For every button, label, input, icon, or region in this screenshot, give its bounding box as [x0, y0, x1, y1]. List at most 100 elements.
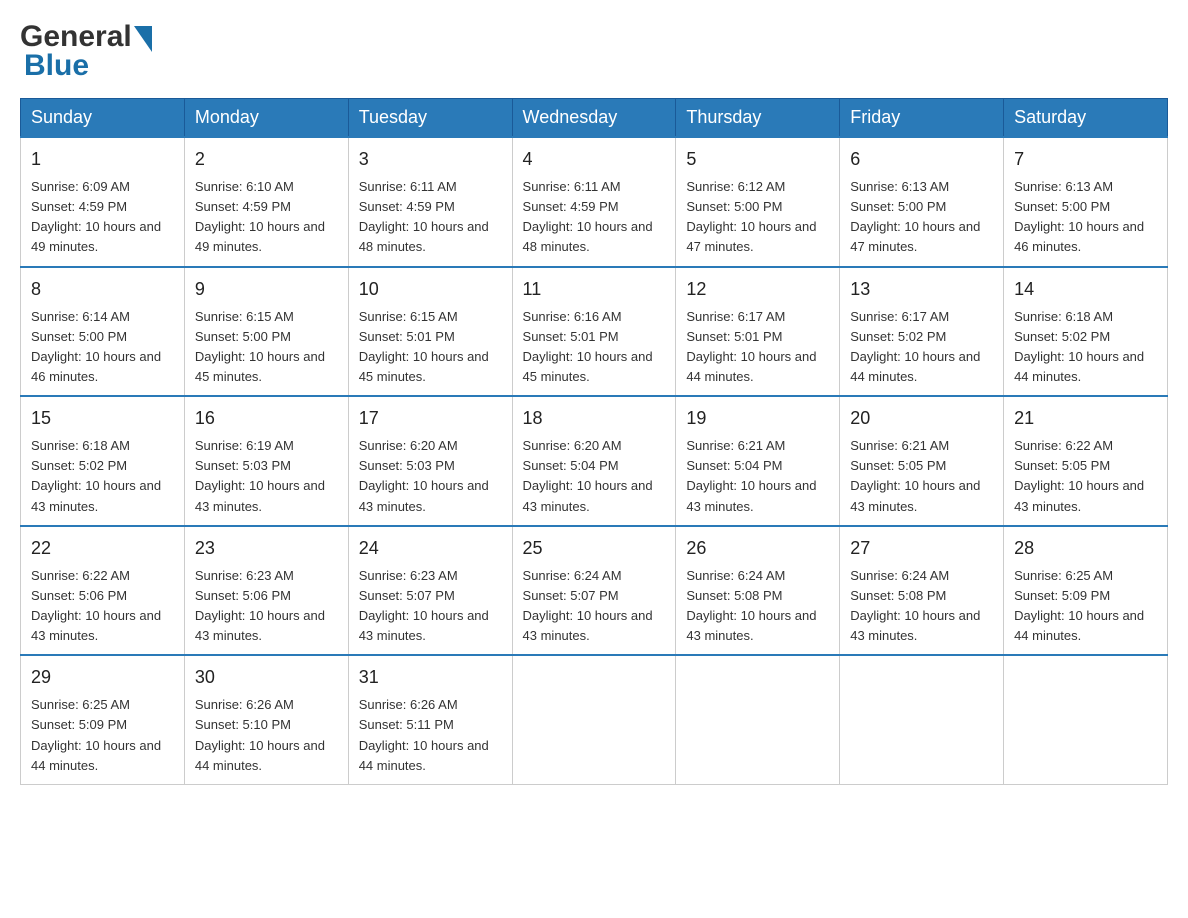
- calendar-cell: 14 Sunrise: 6:18 AMSunset: 5:02 PMDayligh…: [1004, 267, 1168, 397]
- week-row-5: 29 Sunrise: 6:25 AMSunset: 5:09 PMDayligh…: [21, 655, 1168, 784]
- day-number: 19: [686, 405, 829, 432]
- page-header: General Blue: [20, 20, 1168, 82]
- day-number: 16: [195, 405, 338, 432]
- day-info: Sunrise: 6:11 AMSunset: 4:59 PMDaylight:…: [523, 177, 666, 258]
- day-info: Sunrise: 6:17 AMSunset: 5:01 PMDaylight:…: [686, 307, 829, 388]
- day-info: Sunrise: 6:20 AMSunset: 5:03 PMDaylight:…: [359, 436, 502, 517]
- day-info: Sunrise: 6:14 AMSunset: 5:00 PMDaylight:…: [31, 307, 174, 388]
- week-row-1: 1 Sunrise: 6:09 AMSunset: 4:59 PMDaylight…: [21, 137, 1168, 267]
- day-number: 4: [523, 146, 666, 173]
- day-number: 5: [686, 146, 829, 173]
- calendar-cell: 17Sunrise: 6:20 AMSunset: 5:03 PMDayligh…: [348, 396, 512, 526]
- day-number: 9: [195, 276, 338, 303]
- day-info: Sunrise: 6:24 AMSunset: 5:07 PMDaylight:…: [523, 566, 666, 647]
- calendar-cell: 19 Sunrise: 6:21 AMSunset: 5:04 PMDayligh…: [676, 396, 840, 526]
- logo: General Blue: [20, 20, 152, 82]
- day-info: Sunrise: 6:18 AMSunset: 5:02 PMDaylight:…: [1014, 307, 1157, 388]
- calendar-cell: 4 Sunrise: 6:11 AMSunset: 4:59 PMDaylight…: [512, 137, 676, 267]
- calendar-table: SundayMondayTuesdayWednesdayThursdayFrid…: [20, 98, 1168, 785]
- calendar-cell: 29 Sunrise: 6:25 AMSunset: 5:09 PMDayligh…: [21, 655, 185, 784]
- day-info: Sunrise: 6:10 AMSunset: 4:59 PMDaylight:…: [195, 177, 338, 258]
- day-info: Sunrise: 6:24 AMSunset: 5:08 PMDaylight:…: [686, 566, 829, 647]
- weekday-header-row: SundayMondayTuesdayWednesdayThursdayFrid…: [21, 99, 1168, 138]
- day-number: 3: [359, 146, 502, 173]
- day-number: 24: [359, 535, 502, 562]
- calendar-cell: 18 Sunrise: 6:20 AMSunset: 5:04 PMDayligh…: [512, 396, 676, 526]
- calendar-cell: 9 Sunrise: 6:15 AMSunset: 5:00 PMDaylight…: [184, 267, 348, 397]
- day-info: Sunrise: 6:17 AMSunset: 5:02 PMDaylight:…: [850, 307, 993, 388]
- weekday-header-tuesday: Tuesday: [348, 99, 512, 138]
- day-info: Sunrise: 6:20 AMSunset: 5:04 PMDaylight:…: [523, 436, 666, 517]
- day-info: Sunrise: 6:15 AMSunset: 5:00 PMDaylight:…: [195, 307, 338, 388]
- day-number: 26: [686, 535, 829, 562]
- calendar-cell: 28 Sunrise: 6:25 AMSunset: 5:09 PMDayligh…: [1004, 526, 1168, 656]
- calendar-cell: [676, 655, 840, 784]
- calendar-cell: 11 Sunrise: 6:16 AMSunset: 5:01 PMDayligh…: [512, 267, 676, 397]
- day-number: 23: [195, 535, 338, 562]
- calendar-cell: 5Sunrise: 6:12 AMSunset: 5:00 PMDaylight…: [676, 137, 840, 267]
- week-row-3: 15 Sunrise: 6:18 AMSunset: 5:02 PMDayligh…: [21, 396, 1168, 526]
- calendar-cell: 27 Sunrise: 6:24 AMSunset: 5:08 PMDayligh…: [840, 526, 1004, 656]
- day-number: 6: [850, 146, 993, 173]
- calendar-cell: 31 Sunrise: 6:26 AMSunset: 5:11 PMDayligh…: [348, 655, 512, 784]
- calendar-cell: 15 Sunrise: 6:18 AMSunset: 5:02 PMDayligh…: [21, 396, 185, 526]
- weekday-header-monday: Monday: [184, 99, 348, 138]
- day-info: Sunrise: 6:26 AMSunset: 5:10 PMDaylight:…: [195, 695, 338, 776]
- calendar-cell: 6 Sunrise: 6:13 AMSunset: 5:00 PMDaylight…: [840, 137, 1004, 267]
- day-info: Sunrise: 6:21 AMSunset: 5:05 PMDaylight:…: [850, 436, 993, 517]
- day-info: Sunrise: 6:18 AMSunset: 5:02 PMDaylight:…: [31, 436, 174, 517]
- calendar-cell: 25 Sunrise: 6:24 AMSunset: 5:07 PMDayligh…: [512, 526, 676, 656]
- day-info: Sunrise: 6:11 AMSunset: 4:59 PMDaylight:…: [359, 177, 502, 258]
- calendar-cell: 10Sunrise: 6:15 AMSunset: 5:01 PMDayligh…: [348, 267, 512, 397]
- day-number: 31: [359, 664, 502, 691]
- day-number: 13: [850, 276, 993, 303]
- day-info: Sunrise: 6:13 AMSunset: 5:00 PMDaylight:…: [850, 177, 993, 258]
- day-number: 28: [1014, 535, 1157, 562]
- day-number: 25: [523, 535, 666, 562]
- calendar-cell: 26 Sunrise: 6:24 AMSunset: 5:08 PMDayligh…: [676, 526, 840, 656]
- calendar-cell: 20 Sunrise: 6:21 AMSunset: 5:05 PMDayligh…: [840, 396, 1004, 526]
- calendar-cell: [512, 655, 676, 784]
- day-number: 15: [31, 405, 174, 432]
- day-info: Sunrise: 6:16 AMSunset: 5:01 PMDaylight:…: [523, 307, 666, 388]
- day-info: Sunrise: 6:24 AMSunset: 5:08 PMDaylight:…: [850, 566, 993, 647]
- day-number: 18: [523, 405, 666, 432]
- logo-blue-part: Blue: [20, 49, 152, 82]
- calendar-cell: 3 Sunrise: 6:11 AMSunset: 4:59 PMDaylight…: [348, 137, 512, 267]
- day-number: 27: [850, 535, 993, 562]
- day-number: 14: [1014, 276, 1157, 303]
- day-number: 22: [31, 535, 174, 562]
- calendar-cell: 30 Sunrise: 6:26 AMSunset: 5:10 PMDayligh…: [184, 655, 348, 784]
- day-number: 1: [31, 146, 174, 173]
- week-row-4: 22 Sunrise: 6:22 AMSunset: 5:06 PMDayligh…: [21, 526, 1168, 656]
- week-row-2: 8Sunrise: 6:14 AMSunset: 5:00 PMDaylight…: [21, 267, 1168, 397]
- day-info: Sunrise: 6:21 AMSunset: 5:04 PMDaylight:…: [686, 436, 829, 517]
- day-info: Sunrise: 6:22 AMSunset: 5:05 PMDaylight:…: [1014, 436, 1157, 517]
- calendar-cell: 7 Sunrise: 6:13 AMSunset: 5:00 PMDaylight…: [1004, 137, 1168, 267]
- calendar-cell: 24Sunrise: 6:23 AMSunset: 5:07 PMDayligh…: [348, 526, 512, 656]
- day-number: 11: [523, 276, 666, 303]
- calendar-cell: [840, 655, 1004, 784]
- calendar-cell: 23Sunrise: 6:23 AMSunset: 5:06 PMDayligh…: [184, 526, 348, 656]
- day-number: 2: [195, 146, 338, 173]
- calendar-cell: 1 Sunrise: 6:09 AMSunset: 4:59 PMDaylight…: [21, 137, 185, 267]
- calendar-cell: [1004, 655, 1168, 784]
- day-info: Sunrise: 6:09 AMSunset: 4:59 PMDaylight:…: [31, 177, 174, 258]
- day-number: 29: [31, 664, 174, 691]
- day-info: Sunrise: 6:22 AMSunset: 5:06 PMDaylight:…: [31, 566, 174, 647]
- day-number: 21: [1014, 405, 1157, 432]
- day-info: Sunrise: 6:25 AMSunset: 5:09 PMDaylight:…: [31, 695, 174, 776]
- day-info: Sunrise: 6:19 AMSunset: 5:03 PMDaylight:…: [195, 436, 338, 517]
- calendar-cell: 21 Sunrise: 6:22 AMSunset: 5:05 PMDayligh…: [1004, 396, 1168, 526]
- day-number: 30: [195, 664, 338, 691]
- day-info: Sunrise: 6:13 AMSunset: 5:00 PMDaylight:…: [1014, 177, 1157, 258]
- day-info: Sunrise: 6:15 AMSunset: 5:01 PMDaylight:…: [359, 307, 502, 388]
- day-number: 20: [850, 405, 993, 432]
- calendar-cell: 16 Sunrise: 6:19 AMSunset: 5:03 PMDayligh…: [184, 396, 348, 526]
- day-info: Sunrise: 6:25 AMSunset: 5:09 PMDaylight:…: [1014, 566, 1157, 647]
- day-number: 7: [1014, 146, 1157, 173]
- logo-triangle-icon: [134, 26, 152, 52]
- day-info: Sunrise: 6:26 AMSunset: 5:11 PMDaylight:…: [359, 695, 502, 776]
- weekday-header-thursday: Thursday: [676, 99, 840, 138]
- calendar-cell: 2 Sunrise: 6:10 AMSunset: 4:59 PMDaylight…: [184, 137, 348, 267]
